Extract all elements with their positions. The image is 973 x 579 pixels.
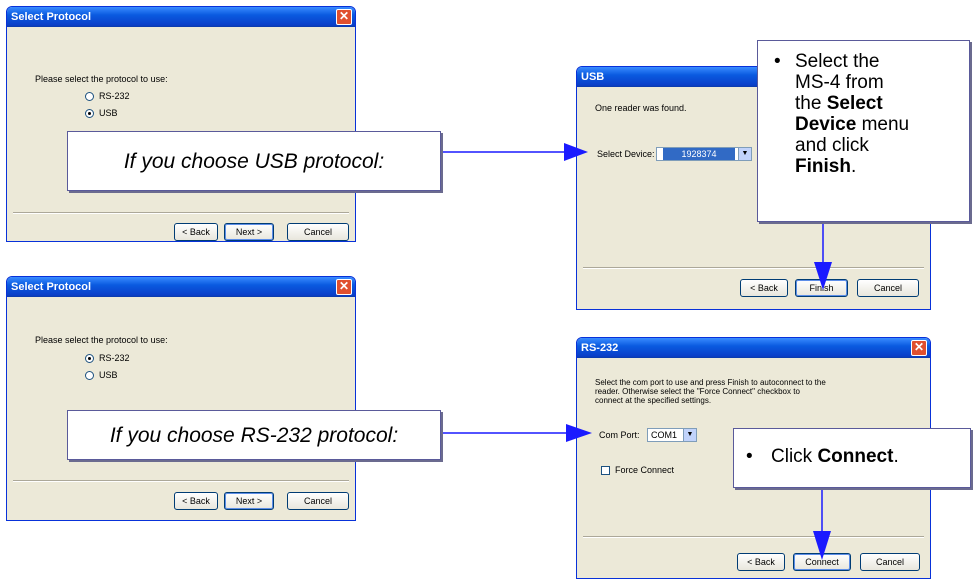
select-protocol-dialog-usb: Select Protocol ✕ Please select the prot… (6, 6, 356, 242)
protocol-prompt: Please select the protocol to use: (35, 335, 168, 345)
select-device-label: Select Device: (597, 149, 655, 159)
instruction-bold: Device (795, 114, 857, 135)
chevron-down-icon: ▼ (738, 148, 751, 160)
back-button[interactable]: < Back (174, 492, 218, 510)
cancel-button[interactable]: Cancel (287, 223, 349, 241)
dialog-titlebar: Select Protocol ✕ (7, 277, 355, 297)
force-connect-label: Force Connect (615, 465, 675, 475)
force-connect-checkbox[interactable]: Force Connect (601, 465, 675, 476)
radio-label: RS-232 (99, 91, 130, 101)
usb-choice-callout: If you choose USB protocol: (67, 131, 441, 191)
bullet-icon: • (746, 446, 753, 467)
dialog-titlebar: RS-232 ✕ (577, 338, 930, 358)
usb-instruction-text: Select the MS-4 from the Select Device m… (795, 51, 909, 177)
instruction-bold: Connect (817, 446, 894, 467)
cancel-button[interactable]: Cancel (287, 492, 349, 510)
dialog-title: USB (581, 71, 605, 83)
select-device-dropdown[interactable]: 1928374 ▼ (656, 147, 752, 161)
radio-button-selected-icon (85, 354, 94, 364)
divider (13, 212, 349, 214)
com-port-label: Com Port: (599, 430, 640, 440)
back-button[interactable]: < Back (740, 279, 788, 297)
dialog-title: Select Protocol (11, 281, 92, 293)
finish-button[interactable]: Finish (795, 279, 848, 297)
cancel-button[interactable]: Cancel (860, 553, 920, 571)
radio-usb[interactable]: USB (85, 370, 118, 381)
instruction-line: reader. Otherwise select the "Force Conn… (595, 387, 800, 396)
chevron-down-icon: ▼ (683, 429, 696, 441)
selected-device: 1928374 (663, 148, 735, 160)
instruction-word: . (850, 156, 857, 177)
instruction-line: connect at the specified settings. (595, 396, 712, 405)
connect-button[interactable]: Connect (793, 553, 851, 571)
instruction-line: and click (795, 135, 869, 156)
instruction-word: Click (771, 446, 813, 467)
bullet-icon: • (774, 51, 781, 72)
radio-usb[interactable]: USB (85, 108, 118, 119)
instruction-bold: Select (826, 93, 883, 114)
instruction-line: Select the (795, 51, 880, 72)
dialog-title: RS-232 (581, 342, 619, 354)
com-port-dropdown[interactable]: COM1 ▼ (647, 428, 697, 442)
rs232-instruction-text: Click Connect. (771, 446, 899, 468)
rs232-choice-callout: If you choose RS-232 protocol: (67, 410, 441, 460)
instruction-line: MS-4 from (795, 72, 884, 93)
instruction-line: Select the com port to use and press Fin… (595, 378, 826, 387)
dialog-body: Please select the protocol to use: RS-23… (7, 297, 355, 520)
rs232-instruction-callout: • Click Connect. (733, 428, 971, 488)
select-protocol-dialog-rs232: Select Protocol ✕ Please select the prot… (6, 276, 356, 521)
dialog-titlebar: Select Protocol ✕ (7, 7, 355, 27)
radio-label: USB (99, 370, 118, 380)
close-icon[interactable]: ✕ (336, 9, 352, 25)
radio-rs232[interactable]: RS-232 (85, 91, 130, 102)
next-button[interactable]: Next > (224, 492, 274, 510)
com-port-instructions: Select the com port to use and press Fin… (595, 378, 826, 405)
cancel-button[interactable]: Cancel (857, 279, 919, 297)
dialog-title: Select Protocol (11, 11, 92, 23)
radio-button-selected-icon (85, 109, 94, 119)
radio-label: USB (99, 108, 118, 118)
selected-com-port: COM1 (651, 430, 678, 440)
instruction-bold: Finish (795, 156, 851, 177)
close-icon[interactable]: ✕ (336, 279, 352, 295)
divider (583, 267, 924, 269)
checkbox-icon (601, 466, 610, 476)
radio-button-icon (85, 371, 94, 381)
back-button[interactable]: < Back (174, 223, 218, 241)
divider (583, 536, 924, 538)
reader-found-message: One reader was found. (595, 103, 687, 113)
radio-label: RS-232 (99, 353, 130, 363)
protocol-prompt: Please select the protocol to use: (35, 74, 168, 84)
radio-button-icon (85, 92, 94, 102)
back-button[interactable]: < Back (737, 553, 785, 571)
instruction-word: . (893, 446, 899, 467)
usb-instruction-callout: • Select the MS-4 from the Select Device… (757, 40, 970, 222)
divider (13, 480, 349, 482)
instruction-word: menu (861, 114, 910, 135)
radio-rs232[interactable]: RS-232 (85, 353, 130, 364)
instruction-word: the (795, 93, 822, 114)
next-button[interactable]: Next > (224, 223, 274, 241)
close-icon[interactable]: ✕ (911, 340, 927, 356)
